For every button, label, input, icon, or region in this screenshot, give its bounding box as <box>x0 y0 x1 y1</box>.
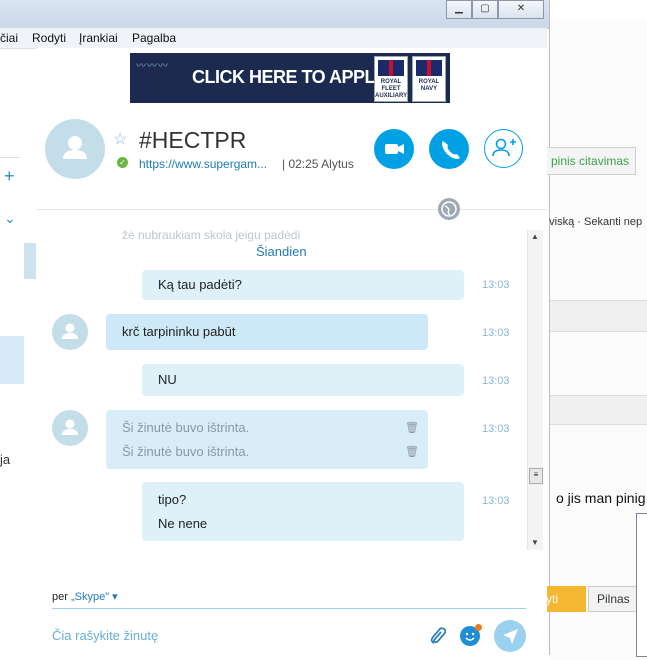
bg-band <box>550 395 647 425</box>
message-time: 13:03 <box>482 423 510 435</box>
translator-globe-icon[interactable] <box>438 198 460 220</box>
emoji-button[interactable] <box>460 624 482 646</box>
attach-file-icon[interactable] <box>428 626 447 651</box>
badge-label: ROYAL NAVY <box>418 79 440 92</box>
maximize-button[interactable]: ▢ <box>472 0 498 19</box>
scroll-down-arrow-icon[interactable]: ▼ <box>531 538 539 547</box>
menu-item-view[interactable]: Rodyti <box>32 31 66 45</box>
audio-call-button[interactable] <box>429 129 469 169</box>
wave-decoration: 〰〰〰 <box>136 61 169 72</box>
globe-icon <box>441 201 457 217</box>
background-window-left: + ⌄ ja <box>0 0 37 655</box>
header-divider <box>36 209 547 210</box>
person-icon <box>62 419 78 435</box>
sender-avatar[interactable] <box>52 314 88 350</box>
ad-text: CLICK HERE TO APPLY <box>192 67 385 87</box>
smiley-icon <box>465 632 475 641</box>
background-panel <box>550 20 647 660</box>
online-status-icon: ✓ <box>117 157 128 168</box>
message-text: Ne nene <box>158 516 208 531</box>
send-button[interactable] <box>494 620 526 652</box>
add-person-icon <box>492 138 516 157</box>
person-icon <box>62 323 78 339</box>
message-time: 13:03 <box>482 495 510 507</box>
background-text: ja <box>0 452 11 467</box>
faded-previous-message: žė nubraukiam skola jeigu padėdi <box>122 228 301 242</box>
message-text: Ką tau padėti? <box>158 277 242 292</box>
royal-navy-logo: ROYAL NAVY <box>412 56 446 102</box>
contact-avatar[interactable] <box>45 119 105 179</box>
compose-divider <box>52 608 526 609</box>
dropdown-caret-icon: ▾ <box>112 591 118 603</box>
send-icon <box>503 629 518 644</box>
message-bubble-incoming[interactable]: krč tarpininku pabūt <box>106 314 428 350</box>
message-bubble-incoming-deleted[interactable]: Ši žinutė buvo ištrinta. Ši žinutė buvo … <box>106 410 428 469</box>
bg-band <box>550 300 647 332</box>
selected-list-item[interactable] <box>0 336 24 384</box>
via-label: per <box>52 591 68 603</box>
title-bar[interactable]: ▁ ▢ ✕ <box>0 0 549 29</box>
deleted-message-text: Ši žinutė buvo ištrinta. <box>122 420 250 435</box>
deleted-message-text: Ši žinutė buvo ištrinta. <box>122 444 250 459</box>
flag-icon <box>416 60 442 76</box>
message-text: tipo? <box>158 492 187 507</box>
video-camera-icon <box>385 144 404 154</box>
sender-avatar[interactable] <box>52 410 88 446</box>
mood-link[interactable]: https://www.supergam... <box>139 157 267 171</box>
add-icon[interactable]: + <box>4 166 15 187</box>
background-window-right: pinis citavimas e viską · Sekanti nep o … <box>540 0 647 660</box>
day-separator: Šiandien <box>256 244 307 259</box>
message-text: krč tarpininku pabūt <box>122 324 236 339</box>
via-service: „Skype" <box>70 591 110 603</box>
scrollbar-thumb[interactable]: ≡ <box>529 468 543 484</box>
badge-label: ROYAL FLEET AUXILIARY <box>375 79 408 99</box>
message-time: 13:03 <box>482 327 510 339</box>
message-time: 13:03 <box>482 375 510 387</box>
chat-scrollbar[interactable]: ▲ ≡ ▼ <box>527 230 543 550</box>
rfa-logo: ROYAL FLEET AUXILIARY <box>374 56 408 102</box>
message-text: NU <box>158 372 177 387</box>
favorite-star-icon[interactable]: ☆ <box>113 129 127 149</box>
menu-item-tools[interactable]: Įrankiai <box>79 31 118 45</box>
message-bubble-outgoing[interactable]: Ką tau padėti? <box>142 270 464 300</box>
divider <box>0 157 20 158</box>
message-input[interactable]: Čia rašykite žinutę <box>52 628 158 643</box>
quote-button[interactable]: pinis citavimas <box>544 147 637 175</box>
send-via-selector[interactable]: per „Skype" ▾ <box>52 590 118 603</box>
phone-icon <box>442 141 460 159</box>
conversation-title: #HECTPR <box>139 127 247 153</box>
ad-banner[interactable]: 〰〰〰 CLICK HERE TO APPLY ROYAL FLEET AUXI… <box>130 53 450 103</box>
yellow-button[interactable]: yti <box>542 586 586 612</box>
background-message: o jis man pinig <box>556 490 646 506</box>
local-time-location: | 02:25 Alytus <box>282 157 354 171</box>
menu-bar: čiai Rodyti Įrankiai Pagalba <box>0 28 547 49</box>
person-icon <box>63 136 87 159</box>
trash-icon: 🗑 <box>405 446 419 458</box>
trash-icon: 🗑 <box>405 422 419 434</box>
message-bubble-outgoing[interactable]: tipo? Ne nene <box>142 482 464 541</box>
menu-item[interactable]: čiai <box>0 31 18 45</box>
scroll-up-arrow-icon[interactable]: ▲ <box>531 232 539 241</box>
background-links[interactable]: e viską · Sekanti nep <box>540 216 642 228</box>
add-participant-button[interactable] <box>484 129 523 168</box>
flag-icon <box>378 60 404 76</box>
paperclip-icon <box>430 627 447 644</box>
message-time: 13:03 <box>482 279 510 291</box>
popup-edge <box>636 513 647 657</box>
chevron-down-icon[interactable]: ⌄ <box>4 210 16 227</box>
message-bubble-outgoing[interactable]: NU <box>142 364 464 396</box>
menu-item-help[interactable]: Pagalba <box>132 31 176 45</box>
video-call-button[interactable] <box>374 129 414 169</box>
close-button[interactable]: ✕ <box>498 0 544 19</box>
scrollbar-thumb[interactable] <box>24 243 36 279</box>
minimize-button[interactable]: ▁ <box>446 0 472 19</box>
